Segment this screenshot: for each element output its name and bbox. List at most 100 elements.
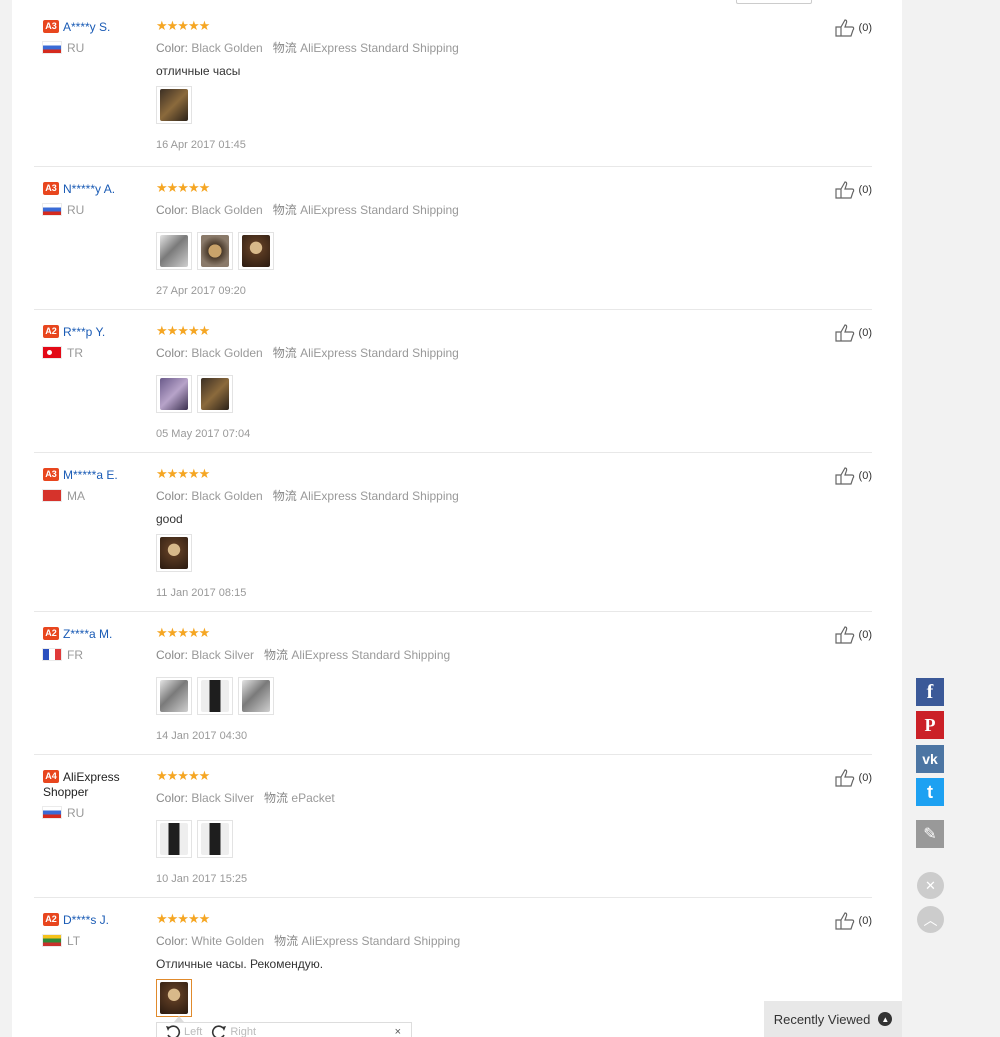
flag-icon	[43, 42, 61, 54]
star-rating: ★★★★★	[156, 625, 210, 640]
color-label: Color:	[156, 648, 189, 662]
helpful-button[interactable]: (0)	[834, 626, 872, 644]
shipping-value: AliExpress Standard Shipping	[301, 934, 461, 948]
star-rating: ★★★★★	[156, 911, 210, 926]
helpful-count: (0)	[858, 470, 872, 482]
country-code: RU	[67, 805, 85, 820]
review-photo-thumb[interactable]	[156, 677, 192, 715]
review-body: ★★★★★ Color: White Golden 物流 AliExpress S…	[156, 912, 796, 1017]
recently-viewed-label: Recently Viewed	[773, 1011, 871, 1027]
close-viewer-button[interactable]: ×	[395, 1026, 401, 1037]
review-photo-thumb[interactable]	[156, 820, 192, 858]
flag-icon	[43, 807, 61, 819]
thumbs-up-icon	[834, 467, 854, 485]
reviewer-name[interactable]: A****y S.	[63, 20, 110, 34]
country-code: TR	[67, 345, 83, 360]
pinterest-share-button[interactable]: P	[916, 711, 944, 739]
reviewer-name[interactable]: Z****a M.	[63, 627, 112, 641]
order-attributes: Color: Black Golden 物流 AliExpress Standar…	[156, 487, 796, 504]
reviewer-info: A3 M*****a E. MA	[43, 467, 153, 503]
review-photo-thumb[interactable]	[156, 375, 192, 413]
review-photo-thumb[interactable]	[197, 232, 233, 270]
color-value: Black Golden	[191, 346, 263, 360]
order-attributes: Color: Black Golden 物流 AliExpress Standar…	[156, 201, 796, 218]
helpful-count: (0)	[858, 629, 872, 641]
buyer-level-badge: A2	[43, 325, 59, 339]
order-attributes: Color: Black Golden 物流 AliExpress Standar…	[156, 39, 796, 56]
flag-icon	[43, 204, 61, 216]
review-photo-thumb[interactable]	[156, 86, 192, 124]
order-attributes: Color: Black Silver 物流 AliExpress Standar…	[156, 646, 796, 663]
shipping-value: AliExpress Standard Shipping	[300, 41, 459, 55]
edit-button[interactable]: ✎	[916, 820, 944, 848]
review-photo-thumb[interactable]	[197, 677, 233, 715]
review-item: A4 AliExpress Shopper RU ★★★★★ Color: Bla…	[34, 754, 872, 898]
helpful-button[interactable]: (0)	[834, 467, 872, 485]
close-toolbar-button[interactable]: ✕	[917, 872, 944, 899]
star-rating: ★★★★★	[156, 18, 210, 33]
review-photo-thumb[interactable]	[156, 979, 192, 1017]
review-item: A2 R***p Y. TR ★★★★★ Color: Black Golden 物…	[34, 309, 872, 453]
helpful-button[interactable]: (0)	[834, 324, 872, 342]
flag-icon	[43, 490, 61, 502]
reviewer-info: A3 N*****y A. RU	[43, 181, 153, 217]
reviewer-name[interactable]: M*****a E.	[63, 468, 118, 482]
color-label: Color:	[156, 203, 189, 217]
rotate-right-label[interactable]: Right	[230, 1026, 256, 1037]
shipping-value: AliExpress Standard Shipping	[291, 648, 451, 662]
back-to-top-button[interactable]: ︿	[917, 906, 944, 933]
review-photo-thumb[interactable]	[156, 232, 192, 270]
star-rating: ★★★★★	[156, 466, 210, 481]
reviewer-country: MA	[43, 489, 153, 503]
recently-viewed-button[interactable]: Recently Viewed ▲	[764, 1001, 902, 1037]
review-item: A3 M*****a E. MA ★★★★★ Color: Black Golde…	[34, 452, 872, 612]
review-photos	[156, 232, 796, 270]
reviewer-info: A2 R***p Y. TR	[43, 324, 153, 360]
buyer-level-badge: A3	[43, 468, 59, 482]
reviewer-country: FR	[43, 648, 153, 662]
facebook-share-button[interactable]: f	[916, 678, 944, 706]
helpful-button[interactable]: (0)	[834, 769, 872, 787]
review-date: 27 Apr 2017 09:20	[156, 285, 246, 297]
reviewer-info: A3 A****y S. RU	[43, 19, 153, 55]
review-body: ★★★★★ Color: Black Silver 物流 AliExpress S…	[156, 626, 796, 742]
review-photo-thumb[interactable]	[156, 534, 192, 572]
buyer-level-badge: A2	[43, 913, 59, 927]
shipping-label: 物流	[272, 41, 297, 55]
photo-viewer-toolbar: Left Right ×	[156, 1022, 412, 1037]
facebook-icon: f	[926, 680, 934, 703]
helpful-button[interactable]: (0)	[834, 19, 872, 37]
thumbs-up-icon	[834, 769, 854, 787]
shipping-value: ePacket	[291, 791, 335, 805]
star-rating: ★★★★★	[156, 323, 210, 338]
reviewer-info: A4 AliExpress Shopper RU	[43, 769, 153, 820]
review-photo-thumb[interactable]	[238, 677, 274, 715]
color-label: Color:	[156, 489, 189, 503]
review-photo-thumb[interactable]	[197, 820, 233, 858]
rotate-right-icon[interactable]	[211, 1025, 227, 1037]
review-photo-thumb[interactable]	[238, 232, 274, 270]
helpful-button[interactable]: (0)	[834, 181, 872, 199]
review-photo-thumb[interactable]	[197, 375, 233, 413]
helpful-button[interactable]: (0)	[834, 912, 872, 930]
review-photos	[156, 375, 796, 413]
country-code: RU	[67, 202, 85, 217]
reviewer-name[interactable]: N*****y A.	[63, 182, 115, 196]
reviewer-name[interactable]: R***p Y.	[63, 325, 105, 339]
flag-icon	[43, 935, 61, 947]
pinterest-icon: P	[924, 714, 936, 735]
rotate-left-icon[interactable]	[165, 1025, 181, 1037]
color-label: Color:	[156, 934, 189, 948]
review-photos	[156, 677, 796, 715]
chevron-up-icon: ︿	[923, 911, 938, 928]
review-photos	[156, 86, 796, 124]
star-rating: ★★★★★	[156, 180, 210, 195]
review-item: A2 Z****a M. FR ★★★★★ Color: Black Silver…	[34, 611, 872, 755]
reviewer-name[interactable]: D****s J.	[63, 913, 109, 927]
twitter-share-button[interactable]: t	[916, 778, 944, 806]
review-date: 11 Jan 2017 08:15	[156, 587, 247, 599]
rotate-left-label[interactable]: Left	[184, 1026, 202, 1037]
vk-share-button[interactable]: vk	[916, 745, 944, 773]
review-text: Отличные часы. Рекомендую.	[156, 957, 324, 971]
color-value: White Golden	[191, 934, 265, 948]
